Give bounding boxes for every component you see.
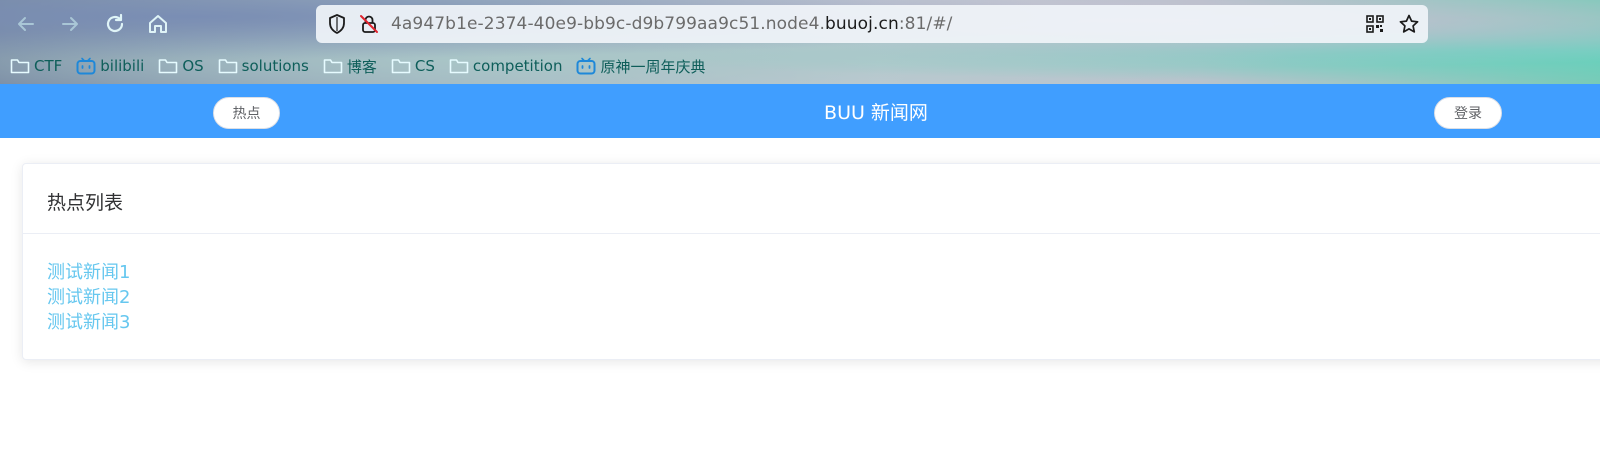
folder-icon <box>10 59 30 74</box>
arrow-right-icon <box>62 17 78 31</box>
news-list: 测试新闻1 测试新闻2 测试新闻3 <box>23 234 1600 335</box>
url-prefix: 4a947b1e-2374-40e9-bb9c-d9b799aa9c51.nod… <box>391 14 826 34</box>
news-link[interactable]: 测试新闻3 <box>47 310 130 335</box>
url-text[interactable]: 4a947b1e-2374-40e9-bb9c-d9b799aa9c51.nod… <box>391 14 953 34</box>
bookmark-label: OS <box>182 57 204 75</box>
insecure-lock-icon[interactable] <box>358 13 380 35</box>
bookmark-cs[interactable]: CS <box>391 54 435 78</box>
folder-icon <box>449 59 469 74</box>
bookmark-bilibili[interactable]: bilibili <box>76 54 144 78</box>
bookmark-solutions[interactable]: solutions <box>218 54 309 78</box>
site-header: 热点 BUU 新闻网 登录 <box>0 84 1600 138</box>
news-link[interactable]: 测试新闻1 <box>47 260 130 285</box>
hot-list-card: 热点列表 测试新闻1 测试新闻2 测试新闻3 <box>22 163 1600 360</box>
bookmark-label: competition <box>472 57 563 75</box>
forward-button[interactable] <box>58 12 82 36</box>
home-icon <box>149 15 167 33</box>
bookmark-label: solutions <box>241 57 309 75</box>
folder-icon <box>391 59 411 74</box>
reload-icon <box>106 13 124 33</box>
bookmark-label: bilibili <box>100 57 145 75</box>
folder-icon <box>159 59 178 74</box>
url-domain: buuoj.cn <box>825 14 899 34</box>
bilibili-icon <box>76 57 96 75</box>
folder-icon <box>218 59 237 74</box>
login-button[interactable]: 登录 <box>1434 97 1502 129</box>
browser-chrome: 4a947b1e-2374-40e9-bb9c-d9b799aa9c51.nod… <box>0 0 1600 84</box>
card-title: 热点列表 <box>23 164 1600 234</box>
url-suffix: :81/#/ <box>898 14 953 34</box>
bookmark-label: 博客 <box>346 57 377 76</box>
qr-code-icon[interactable] <box>1366 15 1384 33</box>
home-button[interactable] <box>146 12 170 36</box>
reload-button[interactable] <box>103 12 127 36</box>
back-button[interactable] <box>14 12 38 36</box>
bookmark-label: CTF <box>34 57 63 75</box>
bookmark-label: CS <box>414 57 435 75</box>
bookmark-competition[interactable]: competition <box>449 54 563 78</box>
bookmark-label: 原神一周年庆典 <box>600 57 706 76</box>
shield-icon[interactable] <box>326 13 348 35</box>
bookmarks-bar: CTF bilibili OS solutions 博客 CS competit… <box>10 54 719 78</box>
bookmark-os[interactable]: OS <box>158 54 204 78</box>
news-link[interactable]: 测试新闻2 <box>47 285 130 310</box>
arrow-left-icon <box>18 17 34 31</box>
bilibili-icon <box>576 57 596 75</box>
site-title: BUU 新闻网 <box>824 102 928 124</box>
bookmark-blog[interactable]: 博客 <box>323 54 377 78</box>
star-icon[interactable] <box>1398 13 1420 35</box>
address-bar[interactable]: 4a947b1e-2374-40e9-bb9c-d9b799aa9c51.nod… <box>316 5 1428 43</box>
bookmark-genshin-anniversary[interactable]: 原神一周年庆典 <box>576 54 705 78</box>
folder-icon <box>323 59 343 74</box>
bookmark-ctf[interactable]: CTF <box>10 54 62 78</box>
